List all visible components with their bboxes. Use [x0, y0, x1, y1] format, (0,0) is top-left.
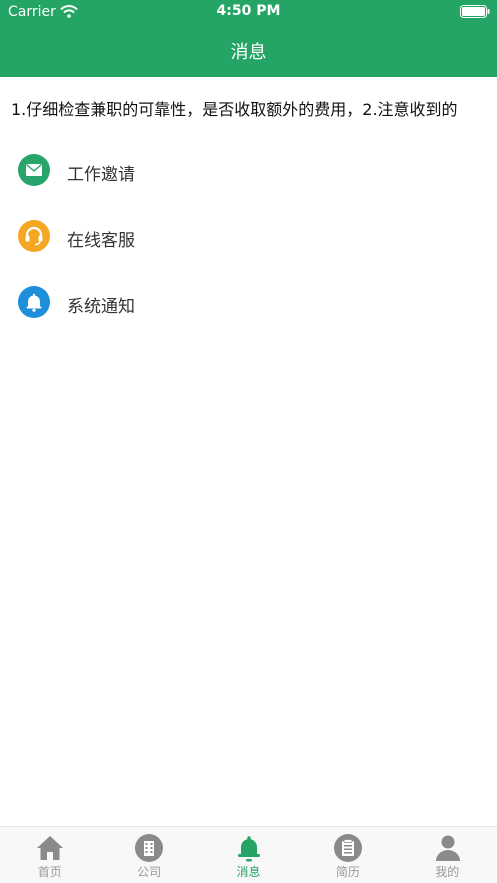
building-icon [134, 833, 164, 863]
tab-label: 首页 [37, 865, 62, 879]
tab-label: 我的 [435, 865, 460, 879]
tab-company[interactable]: 公司 [99, 827, 198, 883]
notice-banner: 1.仔细检查兼职的可靠性，是否收取额外的费用，2.注意收到的 [0, 77, 497, 139]
message-item-label: 在线客服 [67, 231, 135, 251]
message-item-online-service[interactable]: 在线客服 [0, 204, 497, 270]
header: Carrier 4:50 PM 消息 [0, 0, 497, 77]
tab-label: 公司 [137, 865, 162, 879]
bell-icon [18, 286, 50, 318]
person-icon [433, 833, 463, 863]
tab-home[interactable]: 首页 [0, 827, 99, 883]
status-time: 4:50 PM [216, 3, 281, 19]
messages-screen: Carrier 4:50 PM 消息 1.仔细检查兼职的可靠性，是否收取额外的费… [0, 0, 497, 883]
notice-text: 1.仔细检查兼职的可靠性，是否收取额外的费用，2.注意收到的 [11, 100, 458, 119]
battery-icon [460, 5, 490, 18]
mail-icon [18, 154, 50, 186]
tab-bar: 首页 公司 消息 简历 我的 [0, 826, 497, 883]
status-bar: Carrier 4:50 PM [0, 0, 497, 24]
bell-icon [234, 833, 264, 863]
message-item-label: 工作邀请 [67, 165, 135, 185]
tab-label: 消息 [236, 865, 261, 879]
message-item-label: 系统通知 [67, 297, 135, 317]
headset-icon [18, 220, 50, 252]
tab-label: 简历 [335, 865, 360, 879]
page-title: 消息 [230, 42, 267, 63]
document-icon [333, 833, 363, 863]
message-item-job-invite[interactable]: 工作邀请 [0, 138, 497, 204]
message-item-system-notice[interactable]: 系统通知 [0, 270, 497, 336]
home-icon [35, 833, 65, 863]
message-list: 工作邀请 在线客服 系统通知 [0, 138, 497, 336]
tab-messages[interactable]: 消息 [199, 827, 298, 883]
tab-profile[interactable]: 我的 [398, 827, 497, 883]
tab-resume[interactable]: 简历 [298, 827, 397, 883]
